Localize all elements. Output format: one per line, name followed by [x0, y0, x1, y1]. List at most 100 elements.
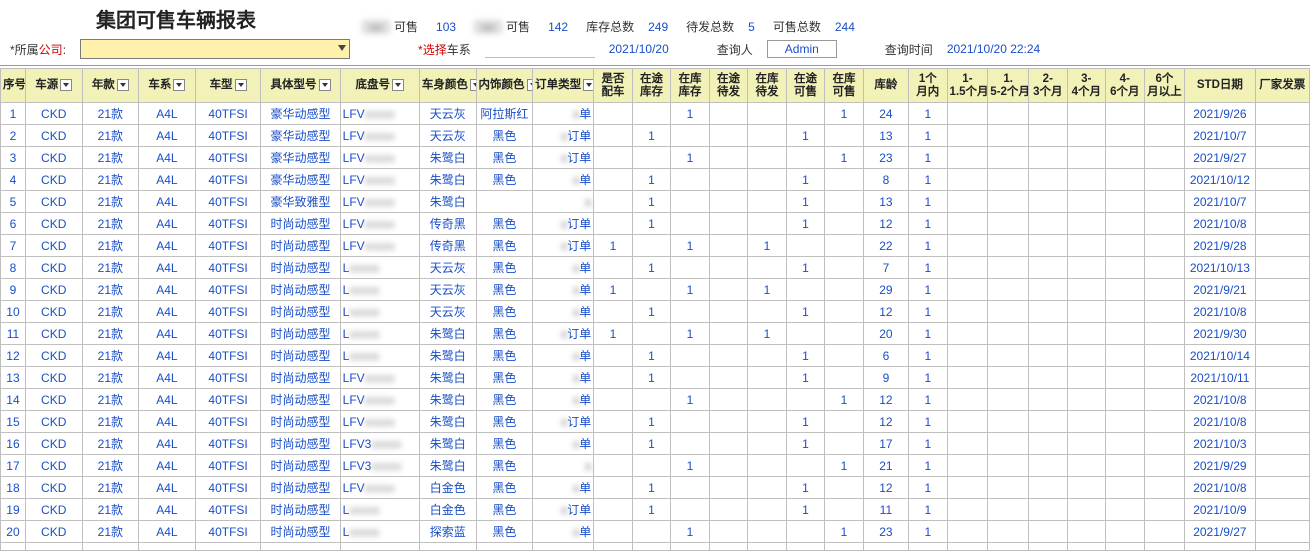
cell-m2	[988, 169, 1029, 191]
cell-pc	[594, 301, 633, 323]
cell-vin: LFV3xxxxx	[340, 433, 419, 455]
table-row[interactable]: 14CKD21款A4L40TFSI时尚动感型LFVxxxxx朱鹭白黑色x单111…	[1, 389, 1310, 411]
table-row[interactable]: 10CKD21款A4L40TFSI时尚动感型Lxxxxx天云灰黑色x单11121…	[1, 301, 1310, 323]
filter-dropdown-icon[interactable]	[235, 79, 247, 91]
cell-m1: 1	[909, 411, 948, 433]
cell-inv	[1255, 103, 1310, 125]
cell-m3	[1029, 477, 1068, 499]
stat2-label: 可售	[506, 18, 530, 35]
cell-age: 6	[863, 345, 908, 367]
cell-m4	[1067, 521, 1106, 543]
table-row[interactable]: 11CKD21款A4L40TFSI时尚动感型Lxxxxx朱鹭白黑色x订单1112…	[1, 323, 1310, 345]
col-header[interactable]: 内饰颜色	[476, 69, 533, 103]
cell-m2	[988, 235, 1029, 257]
cell-int: 黑色	[476, 367, 533, 389]
cell-zkd: 1	[748, 235, 787, 257]
cell-body: 天云灰	[419, 257, 476, 279]
col-header[interactable]: 车源	[25, 69, 82, 103]
table-row[interactable]: 6CKD21款A4L40TFSI时尚动感型LFVxxxxx传奇黑黑色x订单111…	[1, 213, 1310, 235]
cell-m6p	[1144, 279, 1185, 301]
cell-n: 18	[1, 477, 26, 499]
table-row[interactable]: 16CKD21款A4L40TFSI时尚动感型LFV3xxxxx朱鹭白黑色x单11…	[1, 433, 1310, 455]
cell-age: 23	[863, 521, 908, 543]
cell-m4	[1067, 301, 1106, 323]
cell-ztk: 1	[786, 301, 825, 323]
cell-m6p	[1144, 323, 1185, 345]
table-row[interactable]: 13CKD21款A4L40TFSI时尚动感型LFVxxxxx朱鹭白黑色x单119…	[1, 367, 1310, 389]
cell-zkk	[825, 125, 864, 147]
table-row[interactable]: 7CKD21款A4L40TFSI时尚动感型LFVxxxxx传奇黑黑色x订单111…	[1, 235, 1310, 257]
col-header[interactable]: 订单类型	[533, 69, 594, 103]
table-row[interactable]: 8CKD21款A4L40TFSI时尚动感型Lxxxxx天云灰黑色x单117120…	[1, 257, 1310, 279]
filter-dropdown-icon[interactable]	[117, 79, 129, 91]
cell-sr: A4L	[139, 367, 196, 389]
col-header[interactable]: 车型	[195, 69, 261, 103]
cell-src: CKD	[25, 521, 82, 543]
cell-zk	[671, 433, 710, 455]
cell-m6p	[1144, 367, 1185, 389]
filter-dropdown-icon[interactable]	[470, 79, 476, 91]
cell-body: 探索蓝	[419, 521, 476, 543]
cell-ztk	[786, 147, 825, 169]
cell-otype: x订单	[533, 323, 594, 345]
cell-src: CKD	[25, 477, 82, 499]
cell-m2	[988, 499, 1029, 521]
table-row[interactable]: 19CKD21款A4L40TFSI时尚动感型Lxxxxx白金色黑色x订单1111…	[1, 499, 1310, 521]
cell-zk: 1	[671, 279, 710, 301]
cell-trim: 时尚动感型	[261, 345, 340, 367]
table-row[interactable]: 4CKD21款A4L40TFSI豪华动感型LFVxxxxx朱鹭白黑色x单1181…	[1, 169, 1310, 191]
table-row[interactable]: 18CKD21款A4L40TFSI时尚动感型LFVxxxxx白金色黑色x单111…	[1, 477, 1310, 499]
filter-dropdown-icon[interactable]	[392, 79, 404, 91]
cell-int: 黑色	[476, 301, 533, 323]
series-select[interactable]	[485, 40, 595, 58]
cell-m15	[947, 521, 988, 543]
table-row[interactable]: 9CKD21款A4L40TFSI时尚动感型Lxxxxx天云灰黑色x单111291…	[1, 279, 1310, 301]
cell-yr: 21款	[82, 103, 139, 125]
cell-m1: 1	[909, 389, 948, 411]
filter-dropdown-icon[interactable]	[527, 79, 533, 91]
cell-m3	[1029, 169, 1068, 191]
filter-dropdown-icon[interactable]	[173, 79, 185, 91]
col-header[interactable]: 具体型号	[261, 69, 340, 103]
cell-src: CKD	[25, 257, 82, 279]
col-header[interactable]: 年款	[82, 69, 139, 103]
cell-ztd	[709, 301, 748, 323]
cell-n: 6	[1, 213, 26, 235]
cell-m2	[988, 411, 1029, 433]
table-row[interactable]: 17CKD21款A4L40TFSI时尚动感型LFV3xxxxx朱鹭白黑色x112…	[1, 455, 1310, 477]
cell-zk	[671, 191, 710, 213]
table-row[interactable]: 15CKD21款A4L40TFSI时尚动感型LFVxxxxx朱鹭白黑色x订单11…	[1, 411, 1310, 433]
table-row[interactable]: 1CKD21款A4L40TFSI豪华动感型LFVxxxxx天云灰阿拉斯红x单11…	[1, 103, 1310, 125]
cell-sr: A4L	[139, 499, 196, 521]
cell-sr: A4L	[139, 235, 196, 257]
cell-zk	[671, 499, 710, 521]
cell-body: 朱鹭白	[419, 147, 476, 169]
table-row[interactable]: 12CKD21款A4L40TFSI时尚动感型Lxxxxx朱鹭白黑色x单11612…	[1, 345, 1310, 367]
table-row[interactable]: 3CKD21款A4L40TFSI豪华动感型LFVxxxxx朱鹭白黑色x订单112…	[1, 147, 1310, 169]
col-header[interactable]: 车身颜色	[419, 69, 476, 103]
page-title: 集团可售车辆报表	[6, 4, 266, 35]
cell-ztd	[709, 477, 748, 499]
filter-dropdown-icon[interactable]	[583, 79, 594, 91]
company-select[interactable]	[80, 39, 350, 59]
cell-sr: A4L	[139, 213, 196, 235]
filter-dropdown-icon[interactable]	[319, 79, 331, 91]
cell-ztk	[786, 455, 825, 477]
cell-trim: 时尚动感型	[261, 499, 340, 521]
cell-body: 天云灰	[419, 103, 476, 125]
cell-trim: 时尚动感型	[261, 521, 340, 543]
filter-dropdown-icon[interactable]	[60, 79, 72, 91]
cell-int: 黑色	[476, 499, 533, 521]
col-header[interactable]: 车系	[139, 69, 196, 103]
cell-body: 朱鹭白	[419, 433, 476, 455]
table-row[interactable]: 20CKD21款A4L40TFSI时尚动感型Lxxxxx探索蓝黑色x单11231…	[1, 521, 1310, 543]
col-header[interactable]: 底盘号	[340, 69, 419, 103]
cell-trim: 时尚动感型	[261, 301, 340, 323]
cell-ztk: 1	[786, 345, 825, 367]
table-row[interactable]: 5CKD21款A4L40TFSI豪华致雅型LFVxxxxx朱鹭白x1113120…	[1, 191, 1310, 213]
stat3-label: 库存总数	[586, 18, 634, 35]
cell-n: 16	[1, 433, 26, 455]
operator-input[interactable]: Admin	[767, 40, 837, 58]
cell-body: 朱鹭白	[419, 345, 476, 367]
table-row[interactable]: 2CKD21款A4L40TFSI豪华动感型LFVxxxxx天云灰黑色x订单111…	[1, 125, 1310, 147]
